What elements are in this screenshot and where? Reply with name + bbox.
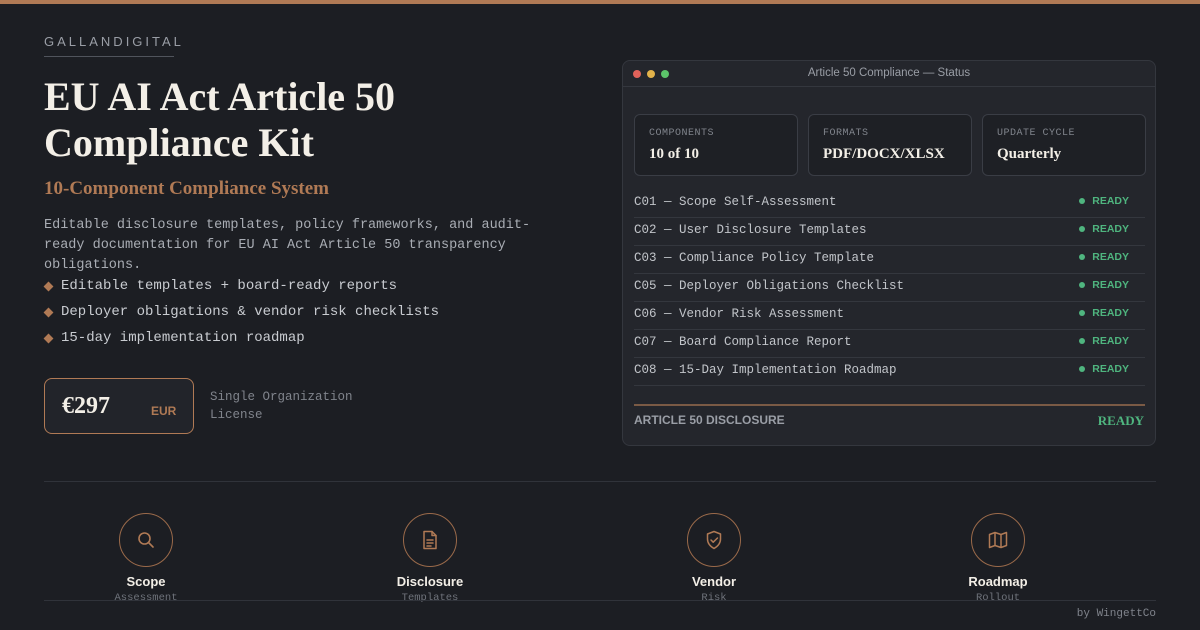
bullet-item: 15-day implementation roadmap bbox=[43, 325, 439, 351]
list-item: C03 — Compliance Policy Template READY bbox=[634, 246, 1145, 274]
feature-subtitle: Rollout bbox=[975, 592, 1021, 604]
list-item: C07 — Board Compliance Report READY bbox=[634, 330, 1145, 358]
status-badge: READY bbox=[1079, 223, 1129, 235]
brand-name: GALLANDIGITAL bbox=[44, 34, 184, 49]
component-label: C06 — Vendor Risk Assessment bbox=[634, 307, 845, 321]
status-text: READY bbox=[1092, 307, 1129, 319]
list-item: C01 — Scope Self-Assessment READY bbox=[634, 190, 1145, 218]
status-badge: READY bbox=[1079, 251, 1129, 263]
component-list: C01 — Scope Self-Assessment READY C02 — … bbox=[634, 190, 1145, 386]
feature-subtitle: Risk bbox=[701, 592, 727, 604]
stat-value: Quarterly bbox=[997, 146, 1062, 162]
feature-scope[interactable]: Scope Assessment bbox=[66, 513, 226, 604]
stat-card-update-cycle: UPDATE CYCLE Quarterly bbox=[982, 114, 1146, 176]
status-dot-icon bbox=[1079, 338, 1086, 344]
status-dot-icon bbox=[1079, 366, 1086, 372]
component-label: C03 — Compliance Policy Template bbox=[634, 251, 875, 265]
status-badge: READY bbox=[1079, 307, 1129, 319]
status-dot-icon bbox=[1079, 254, 1086, 260]
feature-title: Scope bbox=[126, 574, 166, 589]
bullet-item: Editable templates + board-ready reports bbox=[43, 273, 439, 299]
diamond-bullet-icon bbox=[43, 333, 54, 343]
shield-icon bbox=[687, 513, 741, 567]
price-value: €297 bbox=[62, 393, 110, 419]
page-title: EU AI Act Article 50 Compliance Kit bbox=[44, 74, 396, 165]
feature-title: Roadmap bbox=[968, 574, 1028, 589]
status-text: READY bbox=[1092, 335, 1129, 347]
bullet-text: Editable templates + board-ready reports bbox=[61, 278, 398, 294]
component-label: C08 — 15-Day Implementation Roadmap bbox=[634, 363, 897, 377]
top-accent-bar bbox=[0, 0, 1200, 4]
status-window: Article 50 Compliance — Status COMPONENT… bbox=[622, 60, 1156, 446]
status-text: READY bbox=[1092, 251, 1129, 263]
feature-vendor[interactable]: Vendor Risk bbox=[634, 513, 794, 604]
brand-divider bbox=[44, 56, 174, 57]
status-text: READY bbox=[1092, 195, 1129, 207]
status-badge: READY bbox=[1079, 195, 1129, 207]
stat-value: 10 of 10 bbox=[649, 146, 699, 162]
component-label: C01 — Scope Self-Assessment bbox=[634, 195, 837, 209]
bullet-text: Deployer obligations & vendor risk check… bbox=[61, 304, 440, 320]
list-item: C05 — Deployer Obligations Checklist REA… bbox=[634, 274, 1145, 302]
feature-roadmap[interactable]: Roadmap Rollout bbox=[918, 513, 1078, 604]
status-text: READY bbox=[1092, 363, 1129, 375]
list-item: C02 — User Disclosure Templates READY bbox=[634, 218, 1145, 246]
status-text: READY bbox=[1092, 279, 1129, 291]
status-dot-icon bbox=[1079, 226, 1086, 232]
window-titlebar: Article 50 Compliance — Status bbox=[623, 61, 1155, 87]
section-divider bbox=[44, 481, 1156, 482]
list-item: C08 — 15-Day Implementation Roadmap READ… bbox=[634, 358, 1145, 386]
status-dot-icon bbox=[1079, 310, 1086, 316]
stat-label: COMPONENTS bbox=[649, 128, 715, 139]
feature-bullets: Editable templates + board-ready reports… bbox=[43, 273, 440, 351]
page-subtitle: 10-Component Compliance System bbox=[44, 178, 329, 199]
component-label: C05 — Deployer Obligations Checklist bbox=[634, 279, 905, 293]
status-badge: READY bbox=[1079, 363, 1129, 375]
feature-title: Vendor bbox=[691, 574, 737, 589]
diamond-bullet-icon bbox=[43, 307, 54, 317]
stat-label: FORMATS bbox=[823, 128, 869, 139]
description: Editable disclosure templates, policy fr… bbox=[44, 218, 531, 273]
bullet-item: Deployer obligations & vendor risk check… bbox=[43, 299, 440, 325]
feature-disclosure[interactable]: Disclosure Templates bbox=[350, 513, 510, 604]
panel-footer-label: ARTICLE 50 DISCLOSURE bbox=[634, 413, 785, 427]
status-text: READY bbox=[1092, 223, 1129, 235]
diamond-bullet-icon bbox=[43, 281, 54, 291]
stat-label: UPDATE CYCLE bbox=[997, 128, 1076, 139]
list-item: C06 — Vendor Risk Assessment READY bbox=[634, 302, 1145, 330]
status-badge: READY bbox=[1079, 335, 1129, 347]
price-badge[interactable]: €297 EUR bbox=[44, 378, 194, 434]
status-badge: READY bbox=[1079, 279, 1129, 291]
status-dot-icon bbox=[1079, 198, 1086, 204]
component-label: C02 — User Disclosure Templates bbox=[634, 223, 867, 237]
document-icon bbox=[403, 513, 457, 567]
search-icon bbox=[119, 513, 173, 567]
license-type: Single Organization License bbox=[210, 390, 353, 422]
feature-subtitle: Assessment bbox=[114, 592, 178, 604]
price-currency: EUR bbox=[151, 404, 177, 418]
credit-text: by WingettCo bbox=[1076, 608, 1156, 620]
stat-card-formats: FORMATS PDF/DOCX/XLSX bbox=[808, 114, 972, 176]
component-label: C07 — Board Compliance Report bbox=[634, 335, 852, 349]
window-title: Article 50 Compliance — Status bbox=[807, 67, 971, 79]
map-icon bbox=[971, 513, 1025, 567]
feature-title: Disclosure bbox=[396, 574, 464, 589]
bottom-divider bbox=[44, 600, 1156, 601]
panel-footer-divider bbox=[634, 404, 1145, 406]
feature-subtitle: Templates bbox=[401, 592, 459, 604]
bullet-text: 15-day implementation roadmap bbox=[61, 330, 305, 346]
panel-footer-status: READY bbox=[1097, 413, 1144, 428]
status-dot-icon bbox=[1079, 282, 1086, 288]
stat-card-components: COMPONENTS 10 of 10 bbox=[634, 114, 798, 176]
stat-value: PDF/DOCX/XLSX bbox=[823, 146, 945, 162]
